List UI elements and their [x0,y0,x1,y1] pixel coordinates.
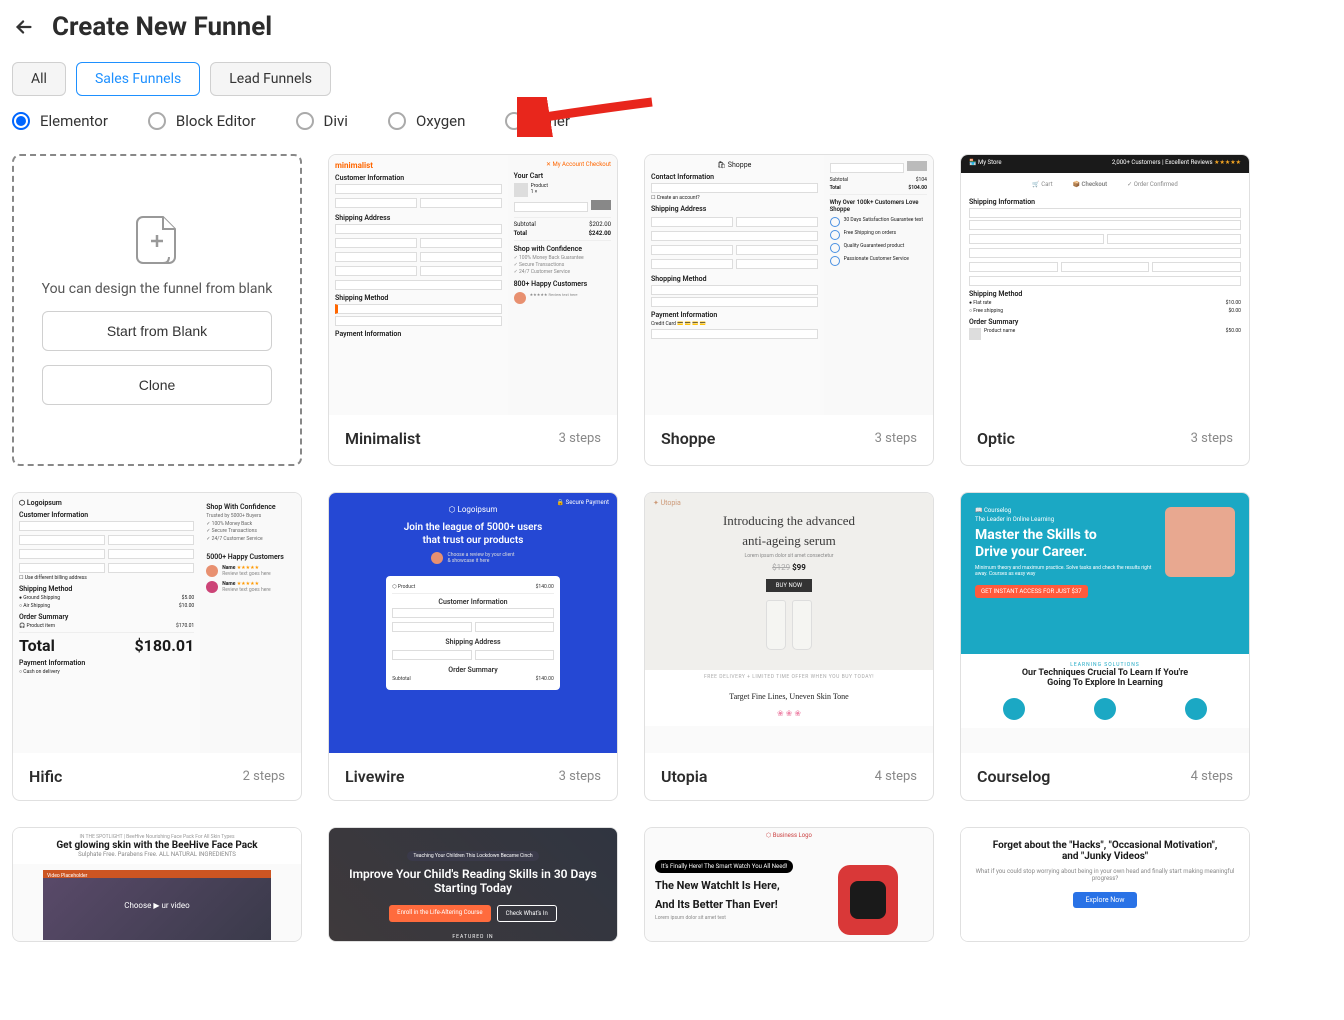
start-from-blank-button[interactable]: Start from Blank [42,311,272,351]
template-steps: 2 steps [243,769,285,784]
radio-label: Divi [324,112,348,130]
template-preview: IN THE SPOTLIGHT | BeeHive Nourishing Fa… [12,827,302,942]
clone-button[interactable]: Clone [42,365,272,405]
blank-file-icon [135,215,179,267]
template-preview: ⬡ Business Logo It's Finally Here! The S… [644,827,934,942]
radio-icon [12,112,30,130]
template-name: Minimalist [345,429,421,448]
blank-description: You can design the funnel from blank [42,281,273,297]
template-name: Shoppe [661,429,715,448]
template-card-hacks[interactable]: Forget about the "Hacks", "Occasional Mo… [960,827,1250,942]
funnel-type-tabs: All Sales Funnels Lead Funnels [12,62,1332,96]
template-name: Livewire [345,767,405,786]
template-name: Hific [29,767,62,786]
template-card-shoppe[interactable]: 🛍 Shoppe Contact Information ☐ Create an… [644,154,934,466]
template-card-watchit[interactable]: ⬡ Business Logo It's Finally Here! The S… [644,827,934,942]
template-steps: 4 steps [1191,769,1233,784]
radio-block-editor[interactable]: Block Editor [148,112,256,130]
template-card-livewire[interactable]: 🔒 Secure Payment ⬡ Logoipsum Join the le… [328,492,618,801]
radio-label: Elementor [40,112,108,130]
back-arrow-icon[interactable] [12,15,36,39]
tab-all[interactable]: All [12,62,66,96]
page-title: Create New Funnel [52,12,272,42]
template-steps: 3 steps [1191,431,1233,446]
template-preview: Teaching Your Children This Lockdown Bec… [328,827,618,942]
template-card-hific[interactable]: ⬡ Logoipsum Customer Information ☐ Use d… [12,492,302,801]
radio-elementor[interactable]: Elementor [12,112,108,130]
tab-sales-funnels[interactable]: Sales Funnels [76,62,200,96]
template-preview: minimalist Customer Information Shipping… [329,155,617,415]
template-card-utopia[interactable]: ✦ Utopia Introducing the advanced anti-a… [644,492,934,801]
template-card-improve[interactable]: Teaching Your Children This Lockdown Bec… [328,827,618,942]
template-steps: 3 steps [559,431,601,446]
radio-label: Block Editor [176,112,256,130]
annotation-arrow-icon [517,97,657,141]
template-name: Optic [977,429,1015,448]
template-preview: 🛍 Shoppe Contact Information ☐ Create an… [645,155,933,415]
radio-icon [148,112,166,130]
template-preview: ✦ Utopia Introducing the advanced anti-a… [645,493,933,753]
template-card-optic[interactable]: 🏪 My Store2,000+ Customers | Excellent R… [960,154,1250,466]
tab-lead-funnels[interactable]: Lead Funnels [210,62,331,96]
template-card-beehive[interactable]: IN THE SPOTLIGHT | BeeHive Nourishing Fa… [12,827,302,942]
template-preview: ⬡ Logoipsum Customer Information ☐ Use d… [13,493,301,753]
template-steps: 4 steps [875,769,917,784]
template-card-courselog[interactable]: 📖 Courselog The Leader in Online Learnin… [960,492,1250,801]
radio-icon [296,112,314,130]
radio-oxygen[interactable]: Oxygen [388,112,465,130]
template-steps: 3 steps [875,431,917,446]
template-preview: 📖 Courselog The Leader in Online Learnin… [961,493,1249,753]
builder-radio-group: Elementor Block Editor Divi Oxygen Other [12,112,1332,130]
blank-funnel-card: You can design the funnel from blank Sta… [12,154,302,466]
template-preview: 🔒 Secure Payment ⬡ Logoipsum Join the le… [329,493,617,753]
radio-label: Oxygen [416,112,465,130]
template-preview: 🏪 My Store2,000+ Customers | Excellent R… [961,155,1249,415]
radio-icon [388,112,406,130]
template-name: Courselog [977,767,1050,786]
template-preview: Forget about the "Hacks", "Occasional Mo… [960,827,1250,942]
template-steps: 3 steps [559,769,601,784]
template-card-minimalist[interactable]: minimalist Customer Information Shipping… [328,154,618,466]
template-name: Utopia [661,767,708,786]
radio-divi[interactable]: Divi [296,112,348,130]
